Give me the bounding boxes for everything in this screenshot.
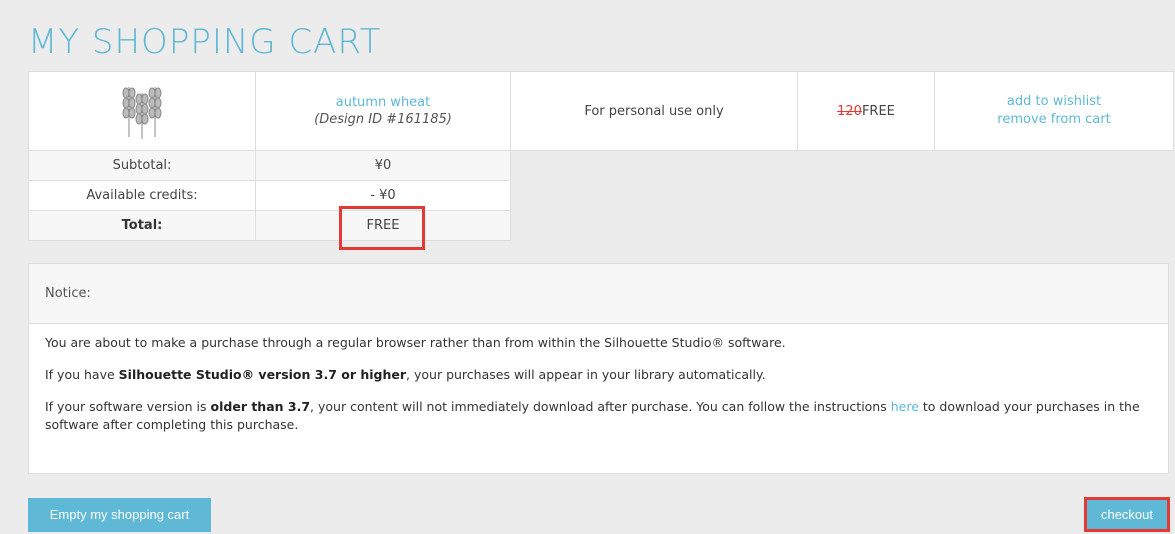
item-price: FREE [861, 103, 895, 119]
subtotal-label: Subtotal: [28, 150, 256, 181]
total-highlight-box [339, 206, 425, 250]
notice-paragraph-1: You are about to make a purchase through… [45, 335, 786, 350]
notice-panel: Notice: You are about to make a purchase… [28, 263, 1169, 474]
remove-from-cart-link[interactable]: remove from cart [935, 111, 1173, 129]
checkout-button[interactable]: checkout [1084, 497, 1170, 532]
item-actions: add to wishlist remove from cart [934, 71, 1174, 151]
notice-paragraph-3: If your software version is older than 3… [45, 399, 1140, 432]
instructions-link[interactable]: here [891, 399, 919, 414]
design-id: (Design ID #161185) [314, 112, 452, 127]
subtotal-value: ¥0 [255, 150, 511, 181]
item-name-link[interactable]: autumn wheat [256, 95, 510, 110]
total-label: Total: [28, 210, 256, 241]
total-row: Total: FREE [28, 210, 1174, 241]
empty-cart-button[interactable]: Empty my shopping cart [28, 498, 211, 532]
credits-row: Available credits: - ¥0 [28, 180, 1174, 211]
notice-paragraph-2: If you have Silhouette Studio® version 3… [45, 367, 766, 382]
notice-heading: Notice: [29, 264, 1168, 324]
add-to-wishlist-link[interactable]: add to wishlist [935, 93, 1173, 111]
credits-label: Available credits: [28, 180, 256, 211]
subtotal-row: Subtotal: ¥0 [28, 150, 1174, 181]
cart-item-row: autumn wheat (Design ID #161185) For per… [28, 71, 1174, 151]
license-text: For personal use only [510, 71, 798, 151]
notice-body: You are about to make a purchase through… [29, 324, 1168, 434]
price-cell: 120FREE [797, 71, 935, 151]
wheat-icon[interactable] [110, 78, 174, 144]
old-price: 120 [837, 103, 862, 119]
cart-table: autumn wheat (Design ID #161185) For per… [28, 71, 1174, 241]
page-title: MY SHOPPING CART [28, 22, 382, 62]
